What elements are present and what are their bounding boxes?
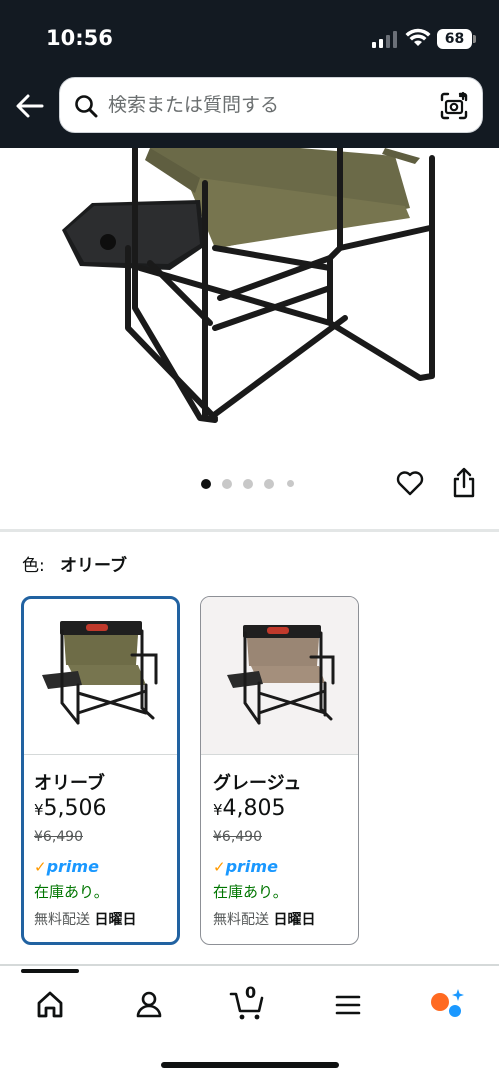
back-arrow-icon[interactable]: [14, 90, 46, 122]
variant-price: ¥5,506: [34, 796, 107, 821]
camera-search-icon[interactable]: [438, 90, 470, 122]
wifi-icon: [405, 28, 431, 46]
prime-check-icon: ✓: [34, 858, 47, 876]
prime-logo: prime: [46, 857, 99, 876]
status-time: 10:56: [46, 26, 113, 50]
list-price: ¥6,490: [34, 829, 83, 845]
variant-option-olive[interactable]: オリーブ ¥5,506 ¥6,490 ✓prime 在庫あり。 無料配送 日曜日: [21, 596, 180, 945]
variant-label: 色:: [22, 556, 45, 576]
app-header: 10:56 68: [0, 0, 499, 148]
home-indicator: [161, 1062, 339, 1068]
active-tab-indicator: [21, 969, 79, 973]
variant-option-greige[interactable]: グレージュ ¥4,805 ¥6,490 ✓prime 在庫あり。 無料配送 日曜…: [200, 596, 359, 945]
home-icon[interactable]: [30, 985, 70, 1025]
delivery-label: 無料配送: [213, 912, 269, 928]
delivery-label: 無料配送: [34, 912, 90, 928]
cellular-signal-icon: [372, 31, 398, 48]
list-price: ¥6,490: [213, 829, 262, 845]
pager-dot-active[interactable]: [201, 479, 211, 489]
menu-icon[interactable]: [328, 985, 368, 1025]
variant-name: オリーブ: [34, 773, 105, 794]
prime-badge: ✓prime: [213, 857, 278, 877]
stock-status: 在庫あり。: [213, 883, 288, 901]
variant-name: グレージュ: [213, 773, 302, 794]
cart-tab[interactable]: 0: [228, 983, 268, 1025]
stock-status: 在庫あり。: [34, 883, 109, 901]
search-icon: [75, 95, 98, 118]
search-bar[interactable]: [59, 77, 483, 133]
prime-logo: prime: [225, 857, 278, 876]
director-chair-photo: [62, 148, 435, 423]
pager-dot[interactable]: [287, 480, 294, 487]
share-icon[interactable]: [451, 467, 477, 499]
account-icon[interactable]: [129, 985, 169, 1025]
cart-count: 0: [245, 983, 257, 1002]
pager-dot[interactable]: [264, 479, 274, 489]
battery-indicator: 68: [437, 29, 472, 49]
pager-dot[interactable]: [222, 479, 232, 489]
section-divider: [0, 529, 499, 532]
prime-badge: ✓prime: [34, 857, 99, 877]
delivery-day: 日曜日: [273, 912, 316, 928]
pager-dot[interactable]: [243, 479, 253, 489]
prime-check-icon: ✓: [213, 858, 226, 876]
delivery-day: 日曜日: [94, 912, 137, 928]
variant-selected-value: オリーブ: [60, 556, 127, 576]
delivery-info: 無料配送 日曜日: [213, 909, 315, 929]
product-main-image[interactable]: [0, 148, 499, 458]
rufus-icon[interactable]: [428, 985, 468, 1025]
currency-symbol: ¥: [213, 801, 223, 819]
currency-symbol: ¥: [34, 801, 44, 819]
variant-price: ¥4,805: [213, 796, 286, 821]
delivery-info: 無料配送 日曜日: [34, 909, 136, 929]
search-input[interactable]: [108, 88, 428, 122]
price-value: 4,805: [222, 796, 286, 821]
heart-icon[interactable]: [395, 469, 425, 497]
price-value: 5,506: [43, 796, 107, 821]
battery-cap: [473, 35, 476, 43]
